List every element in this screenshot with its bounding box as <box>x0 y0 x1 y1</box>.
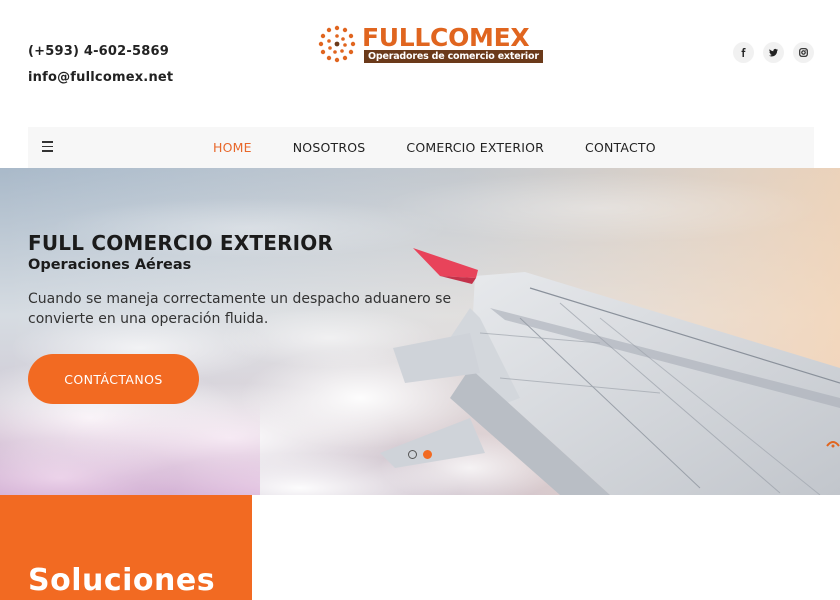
twitter-icon[interactable] <box>763 42 784 63</box>
nav-item-home[interactable]: HOME <box>213 140 252 155</box>
slider-dot-2[interactable] <box>423 450 432 459</box>
slider-pagination <box>408 450 432 459</box>
nav-item-comercio-exterior[interactable]: COMERCIO EXTERIOR <box>406 140 544 155</box>
nav-links: HOME NOSOTROS COMERCIO EXTERIOR CONTACTO <box>213 127 697 168</box>
site-logo[interactable]: FULLCOMEX Operadores de comercio exterio… <box>316 23 543 64</box>
logo-tagline: Operadores de comercio exterior <box>364 50 543 63</box>
email-address[interactable]: info@fullcomex.net <box>28 70 173 86</box>
logo-dots-icon <box>318 25 356 63</box>
contact-us-button[interactable]: CONTÁCTANOS <box>28 354 199 404</box>
solutions-heading: Soluciones <box>28 563 216 598</box>
slider-dot-1[interactable] <box>408 450 417 459</box>
phone-number[interactable]: (+593) 4-602-5869 <box>28 44 173 60</box>
hamburger-icon[interactable] <box>42 141 53 153</box>
social-links <box>733 42 814 63</box>
hero-slider: FULL COMERCIO EXTERIOR Operaciones Aérea… <box>0 168 840 495</box>
main-navigation: HOME NOSOTROS COMERCIO EXTERIOR CONTACTO <box>28 127 814 168</box>
contact-info: (+593) 4-602-5869 info@fullcomex.net <box>28 44 173 86</box>
hero-description: Cuando se maneja correctamente un despac… <box>28 291 452 327</box>
nav-item-contacto[interactable]: CONTACTO <box>585 140 656 155</box>
hero-background-image <box>0 168 840 495</box>
nav-item-nosotros[interactable]: NOSOTROS <box>293 140 366 155</box>
hero-title: FULL COMERCIO EXTERIOR <box>28 231 334 255</box>
slider-next-arrow-icon[interactable] <box>826 438 840 450</box>
hero-subtitle: Operaciones Aéreas <box>28 257 192 273</box>
logo-wordmark: FULLCOMEX <box>362 23 530 52</box>
instagram-icon[interactable] <box>793 42 814 63</box>
top-header: (+593) 4-602-5869 info@fullcomex.net FUL… <box>0 0 840 127</box>
facebook-icon[interactable] <box>733 42 754 63</box>
solutions-section: Soluciones <box>0 495 252 600</box>
